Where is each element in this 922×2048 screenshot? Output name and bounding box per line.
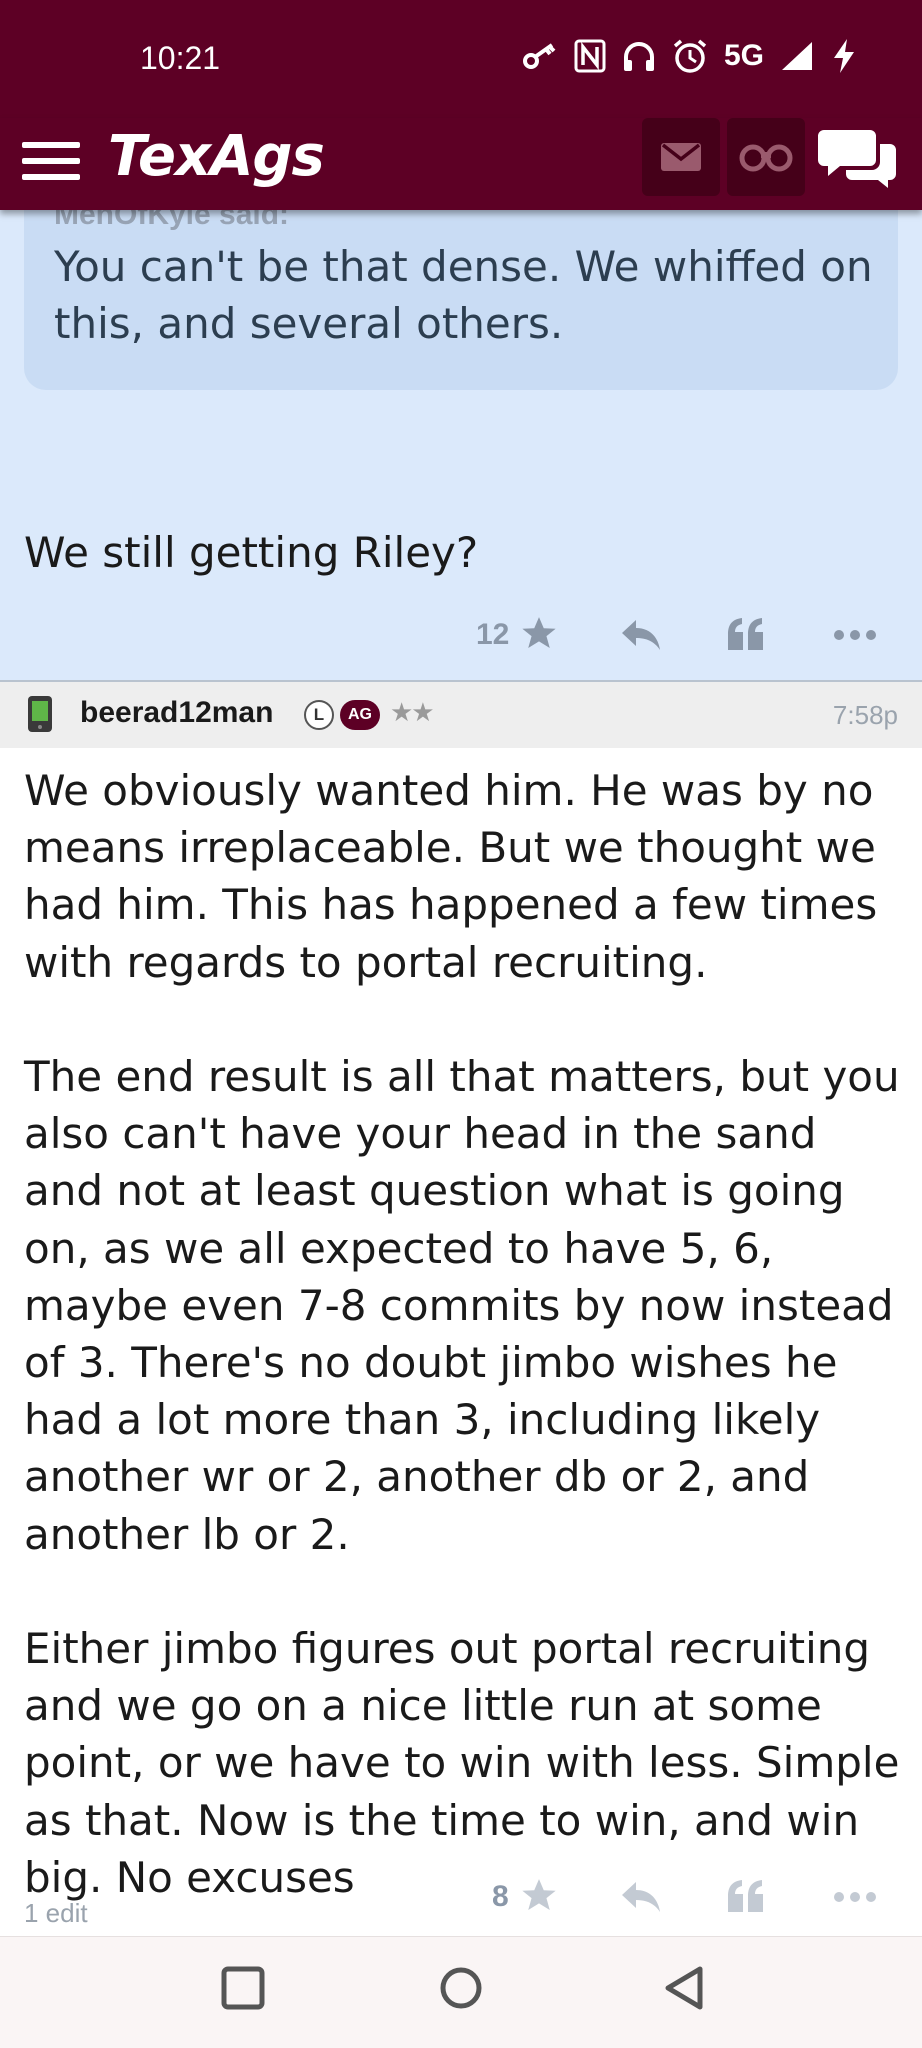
more-icon[interactable] bbox=[832, 1890, 878, 1904]
post-actions: 8 bbox=[0, 1872, 922, 1922]
quote-icon[interactable] bbox=[726, 1878, 766, 1914]
charging-icon bbox=[834, 39, 854, 73]
badge-l: L bbox=[304, 700, 334, 730]
mail-button[interactable] bbox=[642, 118, 720, 196]
quote-box: MenOfKyle said: You can't be that dense.… bbox=[24, 198, 898, 390]
key-icon bbox=[522, 43, 556, 69]
back-icon[interactable] bbox=[662, 1965, 708, 2011]
menu-icon[interactable] bbox=[22, 132, 80, 190]
previous-post-actions: 12 bbox=[0, 610, 922, 660]
app-header: TexAgs bbox=[0, 118, 922, 210]
status-time: 10:21 bbox=[140, 40, 221, 76]
mobile-phone-icon bbox=[28, 696, 52, 732]
post-paragraph: The end result is all that matters, but … bbox=[24, 1052, 900, 1559]
status-bar: 10:21 5G bbox=[0, 0, 922, 118]
badge-ag: AG bbox=[340, 700, 380, 730]
username[interactable]: beerad12man bbox=[80, 696, 273, 730]
rank-stars: ★★ bbox=[390, 698, 435, 728]
logo[interactable]: TexAgs bbox=[108, 124, 325, 189]
network-label: 5G bbox=[723, 39, 764, 72]
post-body: We obviously wanted him. He was by no me… bbox=[24, 762, 904, 1963]
home-icon[interactable] bbox=[438, 1965, 484, 2011]
chat-icon bbox=[818, 130, 896, 188]
star-icon[interactable] bbox=[520, 1876, 558, 1914]
navigation-bar bbox=[0, 1936, 922, 2048]
star-count: 8 bbox=[492, 1880, 509, 1913]
more-icon[interactable] bbox=[832, 628, 878, 642]
alarm-icon bbox=[673, 39, 707, 73]
headphones-icon bbox=[623, 42, 654, 71]
previous-post-text: We still getting Riley? bbox=[24, 528, 479, 577]
star-count: 12 bbox=[476, 618, 510, 651]
previous-post: MenOfKyle said: You can't be that dense.… bbox=[0, 198, 922, 680]
reply-icon[interactable] bbox=[620, 618, 662, 652]
post-paragraph: We obviously wanted him. He was by no me… bbox=[24, 766, 878, 987]
chat-button[interactable] bbox=[818, 122, 898, 192]
binoculars-button[interactable] bbox=[727, 118, 805, 196]
post-time: 7:58p bbox=[832, 700, 898, 730]
nfc-icon bbox=[574, 39, 606, 73]
post-header: beerad12man L AG ★★ 7:58p bbox=[0, 682, 922, 748]
signal-icon bbox=[782, 42, 812, 70]
binoculars-icon bbox=[739, 144, 793, 172]
mail-icon bbox=[661, 143, 701, 171]
reply-icon[interactable] bbox=[620, 1880, 662, 1914]
post-paragraph: Either jimbo figures out portal recruiti… bbox=[24, 1624, 900, 1902]
recents-icon[interactable] bbox=[220, 1965, 266, 2011]
status-icons: 5G bbox=[522, 38, 858, 74]
quote-icon[interactable] bbox=[726, 616, 766, 652]
star-icon[interactable] bbox=[520, 614, 558, 652]
quote-text: You can't be that dense. We whiffed on t… bbox=[54, 242, 873, 348]
